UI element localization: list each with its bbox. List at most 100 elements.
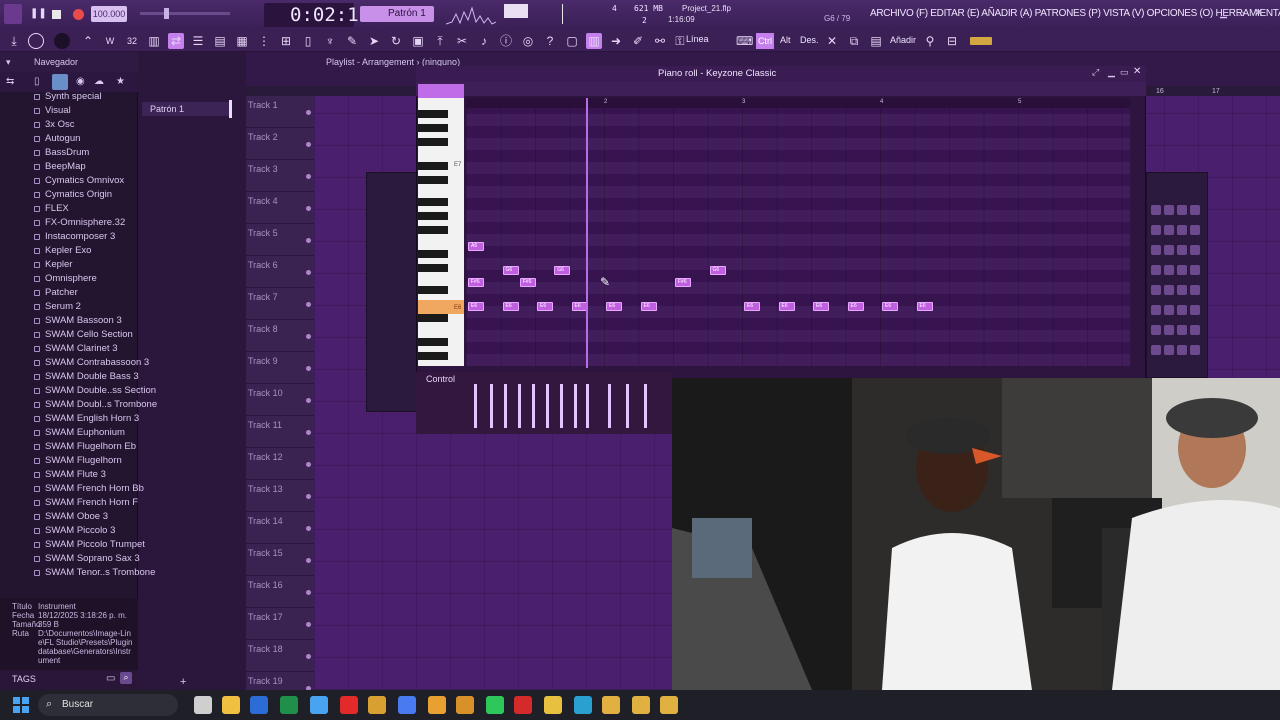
tags-label[interactable]: TAGS bbox=[12, 674, 36, 684]
opera-icon[interactable] bbox=[340, 696, 358, 714]
paste-icon[interactable]: ▤ bbox=[868, 33, 884, 49]
browser-item[interactable]: SWAM Doubl..s Trombone bbox=[45, 399, 157, 410]
brush-icon[interactable]: ✎ bbox=[344, 33, 360, 49]
edge-icon[interactable] bbox=[574, 696, 592, 714]
arrow-icon[interactable]: ➜ bbox=[608, 33, 624, 49]
control-label[interactable]: Control bbox=[426, 374, 455, 384]
note[interactable]: E6 bbox=[640, 302, 657, 311]
info-icon[interactable]: ⓘ bbox=[498, 33, 514, 49]
close-icon[interactable]: ✕ bbox=[1254, 6, 1263, 19]
pad-button[interactable] bbox=[1177, 325, 1187, 335]
black-key[interactable] bbox=[418, 226, 448, 234]
pad-button[interactable] bbox=[1151, 205, 1161, 215]
chrome-3-icon[interactable] bbox=[632, 696, 650, 714]
track-mute-icon[interactable] bbox=[306, 174, 311, 179]
whatsapp-icon[interactable] bbox=[486, 696, 504, 714]
taskbar-search[interactable] bbox=[38, 694, 178, 716]
piano-keyboard[interactable] bbox=[418, 98, 464, 366]
pad-button[interactable] bbox=[1164, 305, 1174, 315]
pad-button[interactable] bbox=[1164, 205, 1174, 215]
export-icon[interactable]: ⤒ bbox=[432, 33, 448, 49]
track-mute-icon[interactable] bbox=[306, 558, 311, 563]
browser-item[interactable]: Cymatics Origin bbox=[45, 189, 112, 200]
black-key[interactable] bbox=[418, 162, 448, 170]
browser-item[interactable]: SWAM Bassoon 3 bbox=[45, 315, 122, 326]
black-key[interactable] bbox=[418, 110, 448, 118]
acrobat-icon[interactable] bbox=[514, 696, 532, 714]
browser-item[interactable]: SWAM French Horn F bbox=[45, 497, 138, 508]
pad-button[interactable] bbox=[1164, 225, 1174, 235]
snap-icon[interactable]: ⌃ bbox=[80, 33, 96, 49]
star-icon[interactable]: ★ bbox=[116, 76, 125, 87]
arrows-icon[interactable]: ⇆ bbox=[6, 76, 14, 87]
line-mode[interactable]: Línea bbox=[686, 34, 709, 44]
track-header[interactable]: Track 4 bbox=[246, 192, 314, 224]
track-header[interactable]: Track 8 bbox=[246, 320, 314, 352]
browser-item[interactable]: SWAM Contrabassoon 3 bbox=[45, 357, 149, 368]
pad-button[interactable] bbox=[1177, 265, 1187, 275]
browser-item[interactable]: SWAM Double..ss Section bbox=[45, 385, 156, 396]
pad-button[interactable] bbox=[1151, 305, 1161, 315]
chrome-2-icon[interactable] bbox=[602, 696, 620, 714]
browser-item[interactable]: SWAM Euphonium bbox=[45, 427, 125, 438]
velocity-bar[interactable] bbox=[546, 384, 549, 428]
task-view-icon[interactable] bbox=[194, 696, 212, 714]
rewind-icon[interactable]: ↻ bbox=[388, 33, 404, 49]
ctrl-button[interactable]: Ctrl bbox=[756, 33, 774, 49]
browser-item[interactable]: Serum 2 bbox=[45, 301, 81, 312]
track-mute-icon[interactable] bbox=[306, 398, 311, 403]
minimize-icon[interactable]: ▁ bbox=[1220, 8, 1227, 19]
time-ruler[interactable]: 2 3 4 5 bbox=[466, 98, 1130, 108]
note[interactable]: A6 bbox=[468, 242, 484, 251]
black-key[interactable] bbox=[418, 314, 448, 322]
note[interactable]: E6 bbox=[537, 302, 553, 311]
playlist-icon[interactable]: ☰ bbox=[190, 33, 206, 49]
note[interactable]: E6 bbox=[744, 302, 760, 311]
file-browser-icon[interactable]: ▯ bbox=[34, 76, 40, 87]
track-mute-icon[interactable] bbox=[306, 302, 311, 307]
photos-icon[interactable] bbox=[310, 696, 328, 714]
pad-button[interactable] bbox=[1190, 245, 1200, 255]
black-key[interactable] bbox=[418, 352, 448, 360]
knob-icon[interactable] bbox=[54, 33, 70, 49]
track-mute-icon[interactable] bbox=[306, 494, 311, 499]
track-mute-icon[interactable] bbox=[306, 622, 311, 627]
note[interactable]: E6 bbox=[916, 302, 933, 311]
pad-button[interactable] bbox=[1190, 325, 1200, 335]
black-key[interactable] bbox=[418, 212, 448, 220]
browser-item[interactable]: FX-Omnisphere.32 bbox=[45, 217, 125, 228]
browser-item[interactable]: Kepler bbox=[45, 259, 72, 270]
velocity-bar[interactable] bbox=[626, 384, 629, 428]
track-header[interactable]: Track 1 bbox=[246, 96, 314, 128]
pad-button[interactable] bbox=[1177, 205, 1187, 215]
black-key[interactable] bbox=[418, 264, 448, 272]
track-mute-icon[interactable] bbox=[306, 526, 311, 531]
arrange-icon[interactable]: ▤ bbox=[212, 33, 228, 49]
note[interactable]: G6 bbox=[554, 266, 571, 275]
note[interactable]: E6 bbox=[813, 302, 829, 311]
browser-menu-icon[interactable]: ▾ bbox=[6, 57, 11, 68]
browser-item[interactable]: Kepler Exo bbox=[45, 245, 91, 256]
cut-tool-icon[interactable]: ✕ bbox=[824, 33, 840, 49]
velocity-bar[interactable] bbox=[644, 384, 647, 428]
download-icon[interactable]: ⤓ bbox=[6, 33, 22, 49]
pad-button[interactable] bbox=[1190, 285, 1200, 295]
track-header[interactable]: Track 18 bbox=[246, 640, 314, 672]
grid-icon[interactable]: ▢ bbox=[564, 33, 580, 49]
pad-button[interactable] bbox=[1151, 225, 1161, 235]
track-header[interactable]: Track 2 bbox=[246, 128, 314, 160]
track-header[interactable]: Track 3 bbox=[246, 160, 314, 192]
pad-button[interactable] bbox=[1164, 345, 1174, 355]
stop-icon[interactable] bbox=[52, 10, 61, 19]
note[interactable]: E6 bbox=[882, 302, 898, 311]
pad-button[interactable] bbox=[1177, 345, 1187, 355]
black-key[interactable] bbox=[418, 286, 448, 294]
browser-item[interactable]: SWAM Soprano Sax 3 bbox=[45, 553, 140, 564]
browser-item[interactable]: BassDrum bbox=[45, 147, 89, 158]
track-mute-icon[interactable] bbox=[306, 110, 311, 115]
browser-item[interactable]: 3x Osc bbox=[45, 119, 75, 130]
velocity-bar[interactable] bbox=[474, 384, 477, 428]
track-mute-icon[interactable] bbox=[306, 462, 311, 467]
piano-icon[interactable]: ▥ bbox=[146, 33, 162, 49]
browser-item[interactable]: SWAM Clarinet 3 bbox=[45, 343, 118, 354]
